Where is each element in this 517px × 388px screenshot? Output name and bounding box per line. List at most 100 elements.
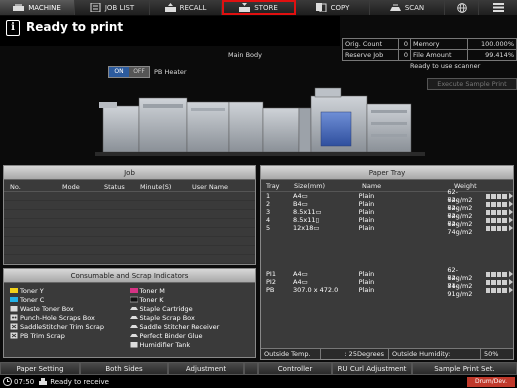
outside-temp-label: Outside Temp. (261, 349, 321, 359)
tray-size: A4▭ (293, 270, 308, 278)
consumables-panel-title: Consumable and Scrap Indicators (4, 269, 255, 283)
copy-icon (315, 3, 327, 12)
footer-time: 07:50 (14, 377, 35, 386)
both-sides-button[interactable]: Both Sides (80, 362, 168, 375)
tab-machine[interactable]: MACHINE (0, 0, 75, 15)
tray-id: 1 (266, 192, 271, 200)
gauge-segment (491, 193, 496, 199)
consumable-label: Staple Scrap Box (139, 313, 195, 322)
tray-size: 8.5x11▯ (293, 216, 320, 224)
tray-paper-name: Plain (358, 192, 375, 200)
paper-level-gauge (485, 287, 508, 293)
gauge-segment (496, 225, 502, 231)
glue-icon (129, 334, 138, 337)
execute-sample-print-button[interactable]: Execute Sample Print (427, 78, 517, 90)
gauge-segment (496, 201, 502, 207)
gauge-segment (491, 271, 496, 277)
footer-status: Ready to receive (50, 377, 109, 386)
scan-icon (389, 4, 401, 11)
machine-icon (13, 4, 25, 11)
tab-label: COPY (330, 3, 350, 12)
tray-gap (261, 232, 513, 270)
tray-id: 3 (266, 208, 271, 216)
gauge-segment (485, 201, 491, 207)
paper-tray-rows: 1 A4▭ Plain 62-74g/m2 2 B4▭ Plain 62-74g/m2 3 8.5… (261, 188, 513, 298)
outside-humidity-label: Outside Humidity: (389, 349, 481, 359)
tray-id: 2 (266, 200, 271, 208)
consumable-label: Punch-Hole Scraps Box (20, 313, 95, 322)
file-amount-value: 99.414% (466, 49, 517, 61)
consumables-list: Toner Y Toner M Toner C Toner K Waste To… (4, 283, 255, 352)
gauge-segment (502, 201, 508, 207)
waste-toner-box-icon (10, 306, 18, 312)
toner-m-icon (129, 288, 138, 293)
spacer-button (244, 362, 258, 375)
gauge-segment (502, 209, 508, 215)
tab-language[interactable] (445, 0, 479, 15)
controller-button[interactable]: Controller (258, 362, 332, 375)
job-col-mode: Mode (62, 183, 80, 191)
gauge-segment (502, 279, 508, 285)
adjustment-button[interactable]: Adjustment (168, 362, 244, 375)
tab-label: JOB LIST (104, 3, 135, 12)
tab-copy[interactable]: COPY (296, 0, 370, 15)
consumable-toner-c: Toner C (10, 295, 130, 304)
gauge-segment (496, 287, 502, 293)
consumable-label: Toner M (139, 286, 165, 295)
consumable-label: Saddle Stitcher Receiver (139, 322, 220, 331)
tab-recall[interactable]: RECALL (150, 0, 222, 15)
gauge-segment (485, 287, 491, 293)
gauge-segment (496, 217, 502, 223)
heater-off-button[interactable]: OFF (129, 67, 149, 77)
tray-size: 8.5x11▭ (293, 208, 322, 216)
job-list[interactable] (4, 192, 255, 264)
tray-arrow-icon (508, 217, 513, 223)
tab-job-list[interactable]: JOB LIST (75, 0, 150, 15)
consumable-saddlestitcher-trim: SaddleStitcher Trim Scrap (10, 322, 130, 331)
gauge-segment (491, 225, 496, 231)
job-col-status: Status (104, 183, 125, 191)
tray-row[interactable]: PB 307.0 x 472.0 Plain 81-91g/m2 (261, 282, 513, 298)
gauge-segment (502, 193, 508, 199)
gauge-segment (485, 217, 491, 223)
memory-label: Memory (410, 38, 468, 50)
ru-curl-adjustment-button[interactable]: RU Curl Adjustment (332, 362, 412, 375)
paper-level-gauge (485, 201, 508, 207)
globe-icon (456, 2, 467, 13)
tab-scan[interactable]: SCAN (370, 0, 445, 15)
consumable-spacer (10, 340, 130, 349)
counts-table: Orig. Count 0 Memory 100.000% Reserve Jo… (341, 38, 517, 62)
tray-arrow-icon (508, 279, 513, 285)
memory-value: 100.000% (466, 38, 517, 50)
job-col-user-name: User Name (192, 183, 229, 191)
tray-weight: 81-91g/m2 (447, 282, 473, 298)
recall-icon (164, 3, 176, 12)
consumable-perfect-binder-glue: Perfect Binder Glue (129, 331, 250, 340)
tab-menu[interactable] (479, 0, 517, 15)
tray-id: PI2 (266, 278, 276, 286)
tray-weight: 62-74g/m2 (447, 220, 473, 236)
toner-k-icon (129, 296, 138, 303)
heater-on-button[interactable]: ON (109, 67, 129, 77)
paper-tray-panel: Paper Tray Tray Size(mm) Name Weight 1 A4… (260, 165, 514, 360)
tab-store[interactable]: STORE (222, 0, 296, 15)
drum-dev-alert[interactable]: Drum/Dev. (467, 377, 515, 387)
tray-size: B4▭ (293, 200, 308, 208)
tray-row[interactable]: 5 12x18▭ Plain 62-74g/m2 (261, 220, 513, 236)
file-amount-label: File Amount (410, 49, 468, 61)
paper-level-gauge (485, 225, 508, 231)
sample-print-set-button[interactable]: Sample Print Set. (412, 362, 517, 375)
consumable-toner-y: Toner Y (10, 286, 130, 295)
paper-tray-title: Paper Tray (261, 166, 513, 180)
pb-heater-toggle[interactable]: ON OFF (108, 66, 150, 78)
main-body-label: Main Body (228, 51, 262, 59)
footer-status-bar: 07:50 Ready to receive (0, 375, 517, 388)
consumable-label: Toner K (139, 295, 164, 304)
tray-paper-name: Plain (358, 270, 375, 278)
paper-setting-button[interactable]: Paper Setting (0, 362, 80, 375)
tray-arrow-icon (508, 201, 513, 207)
tray-id: 5 (266, 224, 271, 232)
tray-col-name: Name (362, 182, 382, 190)
printer-icon (39, 377, 48, 385)
job-list-icon (90, 3, 101, 12)
